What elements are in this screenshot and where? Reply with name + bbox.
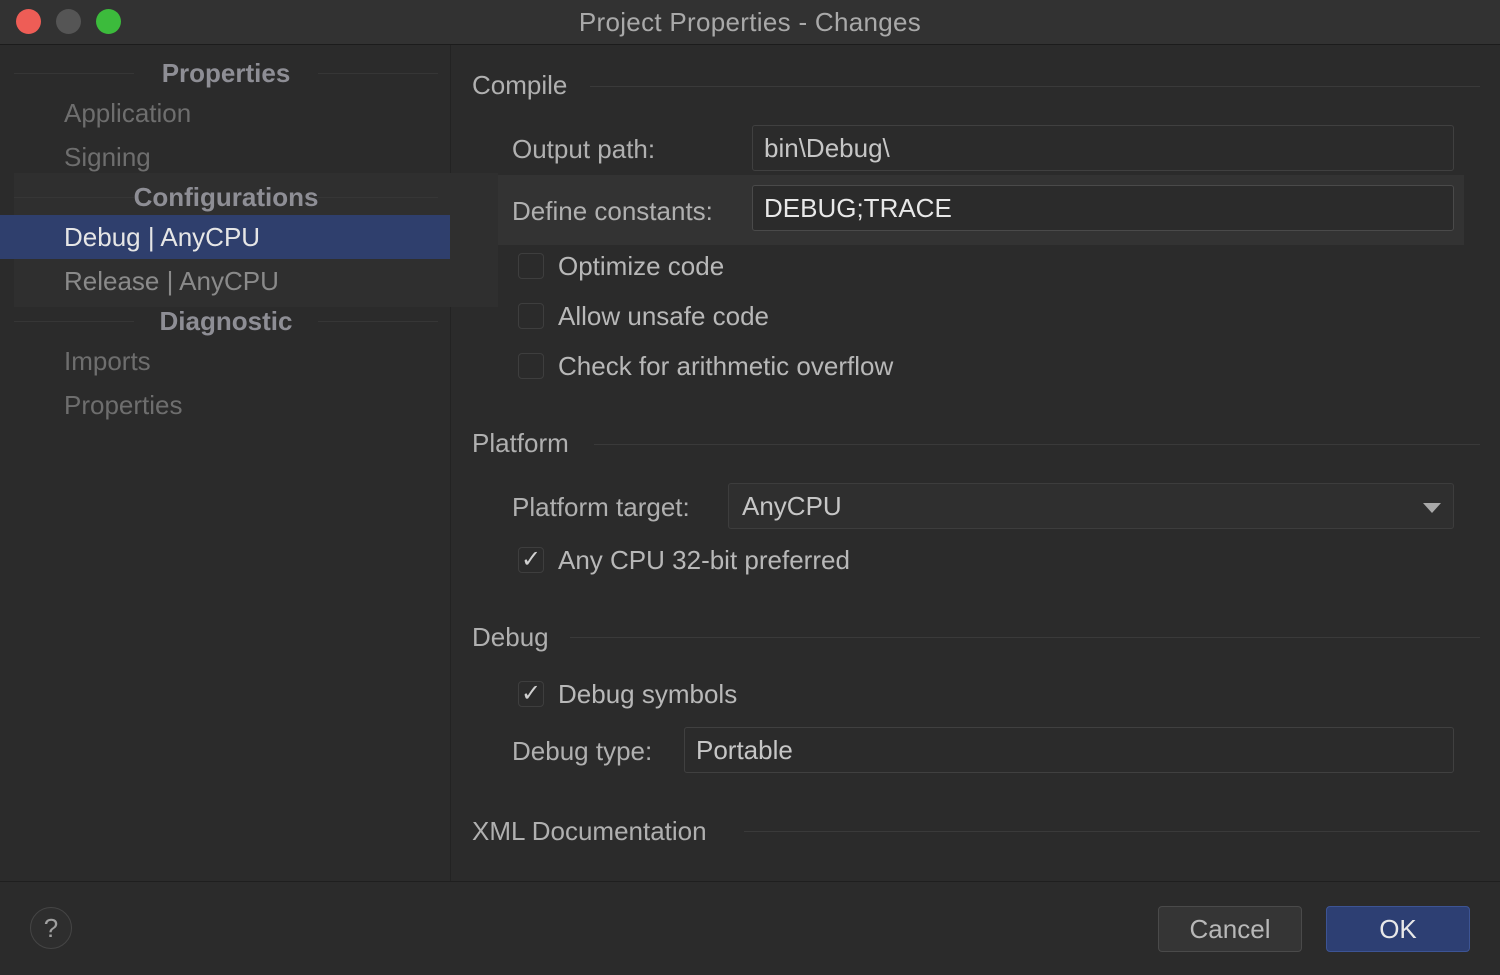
- sidebar-header-configurations: Configurations: [14, 177, 438, 217]
- section-title-xml-documentation: XML Documentation: [472, 816, 707, 846]
- optimize-code-checkbox[interactable]: [518, 253, 544, 279]
- window-title: Project Properties - Changes: [578, 7, 922, 37]
- settings-panel: Compile Output path: bin\Debug\ Define c…: [452, 45, 1500, 881]
- output-path-field[interactable]: bin\Debug\: [752, 125, 1454, 171]
- sidebar-header-diagnostic: Diagnostic: [14, 301, 438, 341]
- sidebar-header-properties: Properties: [14, 53, 438, 93]
- sidebar-item-signing[interactable]: Signing: [0, 135, 450, 179]
- define-constants-label: Define constants:: [512, 196, 713, 226]
- checkmark-icon: ✓: [521, 546, 542, 573]
- debug-type-label: Debug type:: [512, 736, 653, 766]
- debug-symbols-label: Debug symbols: [558, 679, 738, 709]
- sidebar: Properties Application Signing Configura…: [0, 45, 498, 881]
- define-constants-field[interactable]: DEBUG;TRACE: [752, 185, 1454, 231]
- prefer-32bit-checkbox[interactable]: ✓: [518, 546, 544, 573]
- cancel-button[interactable]: Cancel: [1158, 906, 1302, 952]
- section-divider: [570, 637, 1480, 638]
- section-title-platform: Platform: [472, 428, 569, 458]
- help-button[interactable]: ?: [30, 907, 72, 949]
- platform-target-dropdown[interactable]: AnyCPU: [728, 483, 1454, 529]
- title-bar: Project Properties - Changes: [0, 0, 1500, 45]
- sidebar-item-release-anycpu[interactable]: Release | AnyCPU: [0, 259, 450, 303]
- ok-button[interactable]: OK: [1326, 906, 1470, 952]
- platform-target-label: Platform target:: [512, 492, 690, 522]
- prefer-32bit-label: Any CPU 32-bit preferred: [558, 545, 850, 575]
- allow-unsafe-code-label: Allow unsafe code: [558, 301, 770, 331]
- dialog-footer: ? Cancel OK: [0, 881, 1500, 975]
- project-properties-dialog: Project Properties - Changes Properties …: [0, 0, 1500, 975]
- checkmark-icon: ✓: [521, 680, 542, 707]
- section-divider: [590, 86, 1480, 87]
- sidebar-item-properties[interactable]: Properties: [0, 383, 450, 427]
- allow-unsafe-code-checkbox[interactable]: [518, 303, 544, 329]
- debug-symbols-checkbox[interactable]: ✓: [518, 680, 544, 707]
- arithmetic-overflow-checkbox[interactable]: [518, 353, 544, 379]
- section-title-debug: Debug: [472, 622, 549, 652]
- section-title-compile: Compile: [472, 70, 568, 100]
- section-divider: [744, 831, 1480, 832]
- sidebar-item-debug-anycpu[interactable]: Debug | AnyCPU: [0, 215, 450, 259]
- optimize-code-label: Optimize code: [558, 251, 725, 281]
- output-path-label: Output path:: [512, 134, 656, 164]
- arithmetic-overflow-label: Check for arithmetic overflow: [558, 351, 894, 381]
- section-divider: [594, 444, 1480, 445]
- sidebar-item-application[interactable]: Application: [0, 91, 450, 135]
- debug-type-field[interactable]: Portable: [684, 727, 1454, 773]
- chevron-down-icon: [1423, 503, 1441, 513]
- sidebar-item-imports[interactable]: Imports: [0, 339, 450, 383]
- platform-target-value: AnyCPU: [742, 491, 842, 521]
